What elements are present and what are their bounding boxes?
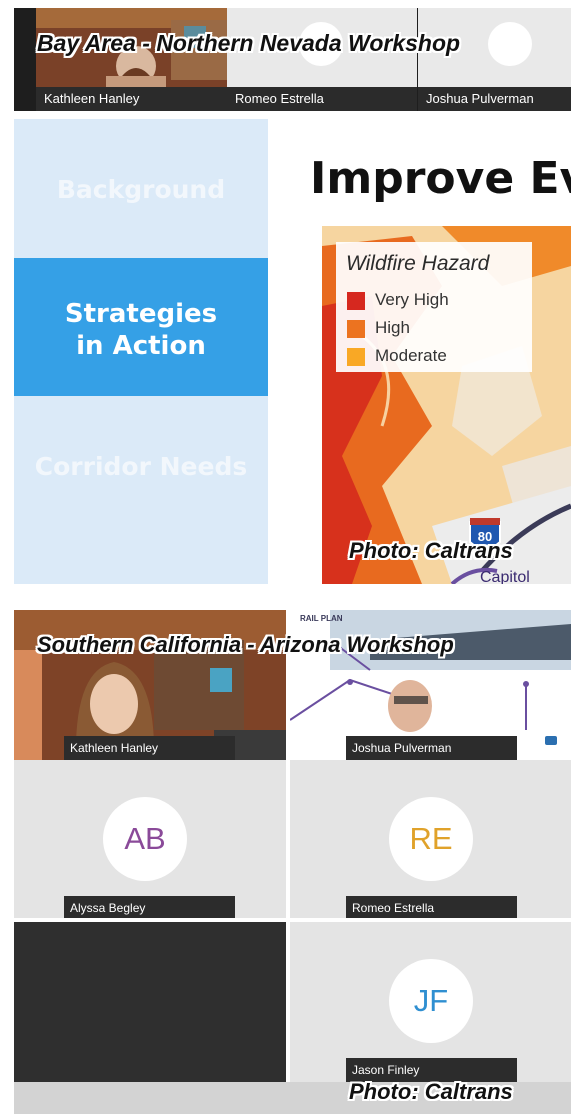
- participant-name-bar: Alyssa Begley: [64, 896, 235, 918]
- legend-item: Very High: [347, 290, 449, 312]
- participant-name-bar: Joshua Pulverman: [346, 736, 517, 760]
- slide-sidebar: Background Strategies in Action Corridor…: [14, 119, 268, 584]
- legend-label: Moderate: [375, 346, 447, 365]
- camera-icon: [545, 736, 557, 745]
- participant-tile[interactable]: RE Romeo Estrella: [290, 760, 571, 918]
- workshop-caption: Bay Area - Northern Nevada Workshop: [37, 30, 461, 56]
- photo-credit: Photo: Caltrans: [349, 538, 513, 563]
- avatar: [488, 22, 532, 66]
- participant-name-bar: Kathleen Hanley: [64, 736, 235, 760]
- workshop-screenshot-socal: Kathleen Hanley RAIL PLAN Joshua Pulverm…: [14, 610, 571, 1114]
- legend-label: Very High: [375, 290, 449, 309]
- sidebar-item-background: Background: [56, 175, 226, 204]
- avatar: RE: [389, 797, 473, 881]
- empty-tile: [14, 922, 286, 1082]
- participant-name-bar: Joshua Pulverman: [418, 87, 571, 111]
- participant-tile[interactable]: Kathleen Hanley: [36, 8, 227, 111]
- participant-name-bar: Romeo Estrella: [346, 896, 517, 918]
- participant-name: Joshua Pulverman: [426, 91, 534, 106]
- participant-name-bar: Romeo Estrella: [227, 87, 417, 111]
- participant-tile[interactable]: Romeo Estrella: [227, 8, 417, 111]
- participant-name: Kathleen Hanley: [44, 91, 140, 106]
- participant-name-bar: Kathleen Hanley: [36, 87, 227, 111]
- map-legend: Wildfire Hazard Very High High Moderate: [336, 242, 532, 372]
- workshop-screenshot-bay-area: Kathleen Hanley Romeo Estrella Joshua Pu…: [14, 8, 571, 584]
- workshop-caption: Southern California - Arizona Workshop: [37, 632, 454, 657]
- photo-credit: Photo: Caltrans: [349, 1079, 513, 1104]
- legend-label: High: [375, 318, 410, 337]
- legend-title: Wildfire Hazard: [346, 252, 490, 275]
- sidebar-item-strategies: Strategies in Action: [14, 258, 268, 396]
- legend-swatch: [347, 319, 365, 338]
- legend-item: High: [347, 318, 410, 340]
- participant-tile[interactable]: JF Jason Finley: [290, 922, 571, 1082]
- participant-tile[interactable]: Joshua Pulverman: [418, 8, 571, 111]
- slide-title: Improve Ev: [310, 153, 571, 204]
- participant-name: Romeo Estrella: [235, 91, 324, 106]
- banner-text: RAIL PLAN: [300, 614, 343, 623]
- avatar: JF: [389, 959, 473, 1043]
- legend-swatch: [347, 291, 365, 310]
- participant-strip: Kathleen Hanley Romeo Estrella Joshua Pu…: [14, 8, 571, 111]
- avatar: AB: [103, 797, 187, 881]
- legend-item: Moderate: [347, 346, 447, 368]
- sidebar-item-corridor-needs: Corridor Needs: [34, 452, 248, 481]
- participant-tile[interactable]: AB Alyssa Begley: [14, 760, 286, 918]
- legend-swatch: [347, 347, 365, 366]
- map-label-capitol: Capitol: [480, 569, 530, 584]
- sidebar-item-label: Strategies in Action: [64, 299, 218, 361]
